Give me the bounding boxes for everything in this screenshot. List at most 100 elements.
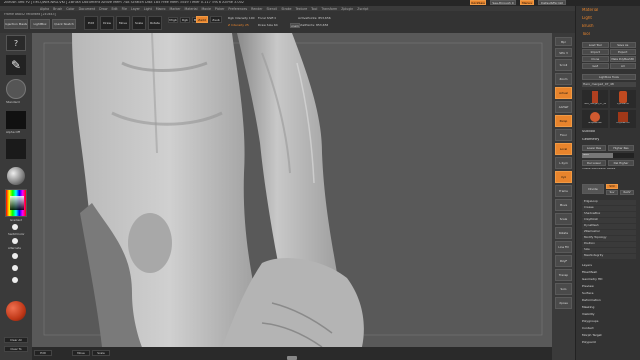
subtool-thumb-3[interactable]: SimpleBrush <box>582 110 608 128</box>
morph-target-section[interactable]: Morph Target <box>582 334 636 340</box>
scale-shelf-button[interactable]: Scale <box>555 213 572 225</box>
masking-section[interactable]: Masking <box>582 306 636 312</box>
zoom-button[interactable]: Zoom <box>555 73 572 85</box>
persp-button[interactable]: Persp <box>555 115 572 127</box>
position-item[interactable]: Position <box>582 242 636 247</box>
floor-button[interactable]: Floor <box>555 129 572 141</box>
surface-section[interactable]: Surface <box>582 292 636 298</box>
shadowbox-item[interactable]: ShadowBox <box>582 212 636 217</box>
clear-to-button[interactable]: Clear To <box>4 346 28 352</box>
z-intensity-label[interactable]: Z Intensity 25 <box>228 24 249 27</box>
subtool-header[interactable]: SubTool <box>582 130 595 134</box>
mrgb-button[interactable]: Mrgb <box>168 17 178 23</box>
material-icon[interactable] <box>7 167 25 185</box>
bottom-edit-button[interactable]: Edit <box>34 350 52 356</box>
color-picker-icon[interactable] <box>5 189 27 217</box>
current-tool-label[interactable]: Hero_merged_07_48 <box>582 82 636 87</box>
modify-topology-item[interactable]: Modify Topology <box>582 236 636 241</box>
bpr-button[interactable]: Bpr <box>555 37 572 46</box>
del-lower-button[interactable]: Del Lower <box>582 160 606 166</box>
move-shelf-button[interactable]: Move <box>555 199 572 211</box>
goz-button[interactable]: GoZ <box>582 63 609 69</box>
default-zscript-button[interactable]: DefaultZScript <box>538 0 566 5</box>
clear-all-button[interactable]: Clear All <box>4 337 28 343</box>
polyf-button[interactable]: PolyF <box>555 255 572 267</box>
subtool-thumb-4[interactable]: PolyMesh3D <box>610 110 636 128</box>
layers-section[interactable]: Layers <box>582 264 636 270</box>
rgb-button[interactable]: Rgb <box>180 17 190 23</box>
brush-icon[interactable] <box>6 79 26 99</box>
main-color-swatch[interactable] <box>6 301 26 321</box>
dynamic-button[interactable]: Dynamic <box>290 23 300 28</box>
del-higher-button[interactable]: Del Higher <box>608 160 634 166</box>
local-button[interactable]: Local <box>555 143 572 155</box>
geometry-hd-section[interactable]: Geometry HD <box>582 278 636 284</box>
polypaint-section[interactable]: Polypaint <box>582 341 636 347</box>
help-icon[interactable]: ? <box>6 35 26 51</box>
export-button[interactable]: Export <box>609 49 636 55</box>
xpose-button[interactable]: Xpose <box>555 297 572 309</box>
xyz-button[interactable]: Xyz <box>555 171 572 183</box>
viewport-canvas[interactable] <box>32 33 552 347</box>
deformation-section[interactable]: Deformation <box>582 299 636 305</box>
bottom-scale-button[interactable]: Scale <box>92 350 110 356</box>
stroke-icon[interactable]: ✎ <box>6 55 26 75</box>
aahalf-button[interactable]: AAHalf <box>555 101 572 113</box>
actual-button[interactable]: Actual <box>555 87 572 99</box>
lower-res-button[interactable]: Lower Res <box>582 145 606 151</box>
texture-icon[interactable] <box>6 139 26 159</box>
menus-button[interactable]: Menus <box>520 0 534 5</box>
edgeloop-item[interactable]: EdgeLoop <box>582 200 636 205</box>
subtool-thumb-2[interactable]: Cylinder3D <box>610 90 636 108</box>
menu-tool[interactable]: Tool <box>582 32 590 36</box>
focal-shift-label[interactable]: Focal Shift 0 <box>258 17 276 20</box>
menu-material[interactable]: Material <box>582 8 598 12</box>
import-button[interactable]: Import <box>582 49 609 55</box>
dynamesh-item[interactable]: DynaMesh <box>582 224 636 229</box>
menu-light[interactable]: Light <box>582 16 592 20</box>
freeze-subdiv-label[interactable]: Freeze Subdivision Levels <box>582 168 636 171</box>
meshintegrity-item[interactable]: MeshIntegrity <box>582 254 636 259</box>
see-through-button[interactable]: See-through 0 <box>490 0 516 5</box>
make-polymesh-button[interactable]: Make PolyMesh3D <box>609 56 636 62</box>
quick-sketch-button[interactable]: Quick Sketch <box>52 19 76 29</box>
size-item[interactable]: Size <box>582 248 636 253</box>
edit-button[interactable]: Edit <box>84 16 98 30</box>
lightbox-tools-button[interactable]: Lightbox Tools <box>582 74 636 80</box>
rgb-intensity-label[interactable]: Rgb Intensity 100 <box>228 17 255 20</box>
rotate-shelf-button[interactable]: Rotate <box>555 227 572 239</box>
quicksave-button[interactable]: QuickSave <box>470 0 486 5</box>
reuv-button[interactable]: ReUV <box>620 190 634 195</box>
solo-button[interactable]: Solo <box>555 283 572 295</box>
alternate-label[interactable]: Alternate <box>8 247 21 250</box>
all-button[interactable]: All <box>609 63 636 69</box>
fibermesh-section[interactable]: FiberMesh <box>582 271 636 277</box>
crease-item[interactable]: Crease <box>582 206 636 211</box>
zadd-button[interactable]: Zadd <box>196 16 208 23</box>
geometry-header[interactable]: Geometry <box>582 138 599 142</box>
zremesher-item[interactable]: ZRemesher <box>582 230 636 235</box>
subtool-thumb-1[interactable]: Hero_merged_07_48 <box>582 90 608 108</box>
suv-button[interactable]: Suv <box>606 190 618 195</box>
linefill-button[interactable]: Line Fill <box>555 241 572 253</box>
claypolish-item[interactable]: ClayPolish <box>582 218 636 223</box>
switch-color-label[interactable]: SwitchColor <box>8 233 25 236</box>
spix-button[interactable]: SPix 3 <box>555 48 572 57</box>
lsym-button[interactable]: L.Sym <box>555 157 572 169</box>
draw-size-label[interactable]: Draw Size 64 <box>258 24 278 27</box>
menu-brush[interactable]: Brush <box>582 24 594 28</box>
save-as-button[interactable]: Save As <box>609 42 636 48</box>
scroll-button[interactable]: Scroll <box>555 59 572 71</box>
rotate-button[interactable]: Rotate <box>148 16 162 30</box>
gradient-label[interactable]: Gradient <box>10 219 22 222</box>
contact-section[interactable]: Contact <box>582 327 636 333</box>
zsub-button[interactable]: Zsub <box>210 16 222 23</box>
bottom-move-button[interactable]: Move <box>72 350 90 356</box>
clone-button[interactable]: Clone <box>582 56 609 62</box>
draw-button[interactable]: Draw <box>100 16 114 30</box>
frame-button[interactable]: Frame <box>555 185 572 197</box>
smt-button[interactable]: Smt <box>606 184 618 189</box>
projection-master-button[interactable]: Projection Master <box>4 19 28 29</box>
transp-button[interactable]: Transp <box>555 269 572 281</box>
higher-res-button[interactable]: Higher Res <box>608 145 634 151</box>
